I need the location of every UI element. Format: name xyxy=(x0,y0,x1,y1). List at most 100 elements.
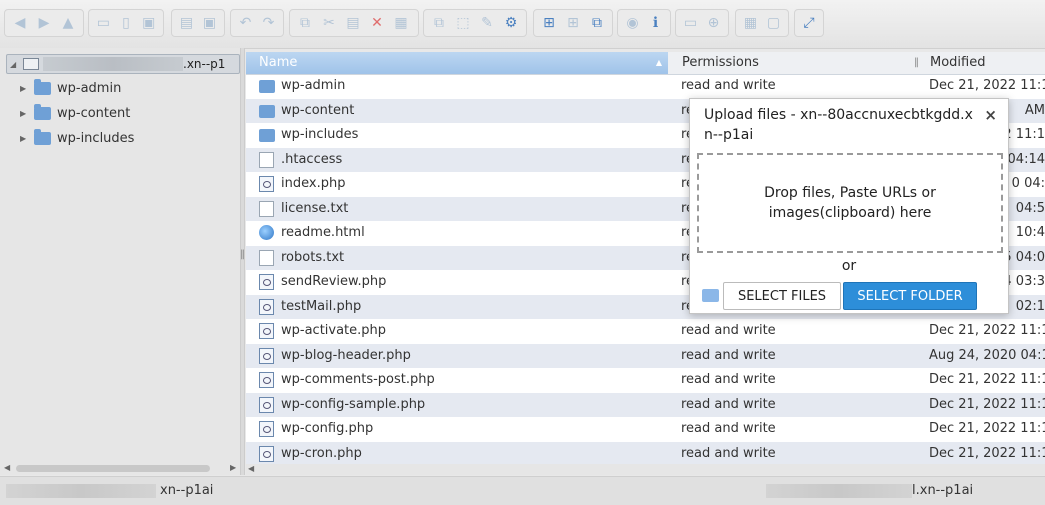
tree-root[interactable]: ◢ .xn--p1 xyxy=(6,54,240,74)
cut-icon[interactable]: ✂ xyxy=(318,12,340,34)
file-modified: Dec 21, 2022 11:1 xyxy=(929,78,1045,93)
new-file-icon[interactable]: ▯ xyxy=(116,12,137,34)
delete-icon[interactable]: ✕ xyxy=(366,12,388,34)
dialog-title: Upload files - xn--80accnuxecbtkgdd.xn--… xyxy=(704,107,973,143)
paste-icon[interactable]: ▤ xyxy=(342,12,364,34)
table-row[interactable]: wp-comments-post.php read and write Dec 21… xyxy=(246,368,1045,392)
up-icon[interactable]: ▲ xyxy=(57,12,79,34)
status-domain: l.xn--p1ai xyxy=(912,483,974,498)
view-group: ⊞ ⊞ ⧉ xyxy=(533,9,613,37)
open-icon[interactable]: ▤ xyxy=(176,12,197,34)
close-icon[interactable]: × xyxy=(984,106,997,124)
duplicate-icon[interactable]: ⧉ xyxy=(428,12,450,34)
table-row[interactable]: wp-config.php read and write Dec 21, 2022 … xyxy=(246,417,1045,441)
save-as-icon[interactable]: ▣ xyxy=(199,12,220,34)
file-modified: 04:14 xyxy=(1007,151,1045,167)
forward-icon[interactable]: ▶ xyxy=(33,12,55,34)
file-modified: 2 11:1 xyxy=(1003,127,1045,142)
file-permissions: read and write xyxy=(681,372,776,387)
file-permissions: read and write xyxy=(681,445,776,461)
info-group: ◉ ℹ xyxy=(617,9,671,37)
new-folder-icon[interactable]: ▭ xyxy=(93,12,114,34)
file-permissions: read and write xyxy=(681,347,776,363)
table-row[interactable]: wp-config-sample.php read and write Dec 21… xyxy=(246,392,1045,417)
file-modified: 0 04: xyxy=(1011,176,1045,191)
column-permissions[interactable]: Permissions xyxy=(682,52,759,74)
file-modified: Dec 21, 2022 11:1 xyxy=(929,323,1045,338)
file-list-horizontal-scrollbar[interactable]: ◀ xyxy=(246,464,1045,475)
php-file-icon xyxy=(259,323,274,339)
resize-icon[interactable]: ▭ xyxy=(680,12,701,34)
back-icon[interactable]: ◀ xyxy=(9,12,31,34)
tree-item-wp-admin[interactable]: ▶ wp-admin xyxy=(20,78,121,98)
select-files-button[interactable]: SELECT FILES xyxy=(723,282,841,310)
file-name: wp-comments-post.php xyxy=(281,372,435,387)
splitter-grip-icon[interactable]: ‖ xyxy=(240,249,245,260)
tree-item-wp-includes[interactable]: ▶ wp-includes xyxy=(20,128,134,148)
text-icon[interactable]: ▢ xyxy=(763,12,784,34)
misc-group: ▦ ▢ xyxy=(735,9,789,37)
folder-icon xyxy=(259,104,275,118)
file-modified: 10:4 xyxy=(1015,225,1045,240)
column-modified[interactable]: Modified xyxy=(930,52,985,74)
info-icon[interactable]: ℹ xyxy=(645,12,666,34)
tree-item-wp-content[interactable]: ▶ wp-content xyxy=(20,103,130,123)
tree-horizontal-scrollbar[interactable]: ◀ ▶ xyxy=(4,463,238,473)
edit-icon[interactable]: ✎ xyxy=(476,12,498,34)
drop-zone-label: Drop files, Paste URLs or images(clipboa… xyxy=(764,185,936,221)
text-file-icon xyxy=(259,200,274,217)
file-modified: Dec 21, 2022 11:1 xyxy=(929,396,1045,412)
table-row[interactable]: wp-blog-header.php read and write Aug 24, … xyxy=(246,343,1045,368)
table-row[interactable]: wp-admin read and write Dec 21, 2022 11:1 xyxy=(246,74,1045,98)
column-name[interactable]: Name ▲ xyxy=(246,52,668,74)
file-group: ▭ ▯ ▣ xyxy=(88,9,164,37)
empty-icon[interactable]: ▦ xyxy=(390,12,412,34)
save-icon[interactable]: ▣ xyxy=(138,12,159,34)
fullscreen-icon[interactable]: ⤢ xyxy=(799,12,819,34)
column-resize-icon[interactable]: ‖ xyxy=(914,57,919,68)
toolbar: ◀ ▶ ▲ ▭ ▯ ▣ ▤ ▣ ↶ ↷ ⧉ ✂ ▤ ✕ ▦ ⧉ ⬚ ✎ ⚙ ⊞ … xyxy=(0,0,1045,49)
file-name: readme.html xyxy=(281,225,365,240)
tree-item-label: wp-admin xyxy=(57,80,122,96)
file-modified: Aug 24, 2020 04:1 xyxy=(929,347,1045,363)
redacted-path xyxy=(6,484,156,498)
preview-icon[interactable]: ◉ xyxy=(622,12,643,34)
select-folder-button[interactable]: SELECT FOLDER xyxy=(843,282,977,310)
undo-icon[interactable]: ↶ xyxy=(235,12,256,34)
redo-icon[interactable]: ↷ xyxy=(258,12,279,34)
chevron-right-icon[interactable]: ▶ xyxy=(20,134,30,143)
tree-item-label: wp-includes xyxy=(57,130,135,146)
icons-view-icon[interactable]: ⊞ xyxy=(538,12,560,34)
scroll-left-icon[interactable]: ◀ xyxy=(4,463,10,472)
history-group: ↶ ↷ xyxy=(230,9,284,37)
file-modified: 04:5 xyxy=(1015,200,1045,216)
grid-icon[interactable]: ▦ xyxy=(740,12,761,34)
select-icon[interactable]: ⬚ xyxy=(452,12,474,34)
file-name: wp-blog-header.php xyxy=(281,347,411,363)
php-file-icon xyxy=(259,347,274,364)
html-file-icon xyxy=(259,225,274,240)
redacted-domain xyxy=(766,484,912,498)
table-row[interactable]: wp-activate.php read and write Dec 21, 202… xyxy=(246,319,1045,343)
folder-icon xyxy=(34,103,51,120)
pane-splitter[interactable]: ‖ xyxy=(240,48,245,475)
chevron-down-icon[interactable]: ◢ xyxy=(10,60,20,69)
extract-icon[interactable]: ⚙ xyxy=(500,12,522,34)
chevron-right-icon[interactable]: ▶ xyxy=(20,109,30,118)
chevron-right-icon[interactable]: ▶ xyxy=(20,84,30,93)
copy-icon[interactable]: ⧉ xyxy=(294,12,316,34)
scroll-thumb[interactable] xyxy=(16,465,210,472)
file-modified: Dec 21, 2022 11:1 xyxy=(929,445,1045,461)
file-modified: 02:1 xyxy=(1015,298,1045,314)
drop-zone[interactable]: Drop files, Paste URLs or images(clipboa… xyxy=(697,153,1003,253)
scroll-left-icon[interactable]: ◀ xyxy=(248,464,254,473)
list-view-icon[interactable]: ⊞ xyxy=(562,12,584,34)
php-file-icon xyxy=(259,372,274,388)
file-name: sendReview.php xyxy=(281,274,387,289)
status-path: xn--p1ai xyxy=(160,483,214,498)
upload-icon[interactable]: ⊕ xyxy=(703,12,724,34)
columns-view-icon[interactable]: ⧉ xyxy=(586,12,608,34)
table-row[interactable]: wp-cron.php read and write Dec 21, 2022 11… xyxy=(246,441,1045,464)
scroll-right-icon[interactable]: ▶ xyxy=(230,463,236,472)
file-permissions: read and write xyxy=(681,78,776,93)
